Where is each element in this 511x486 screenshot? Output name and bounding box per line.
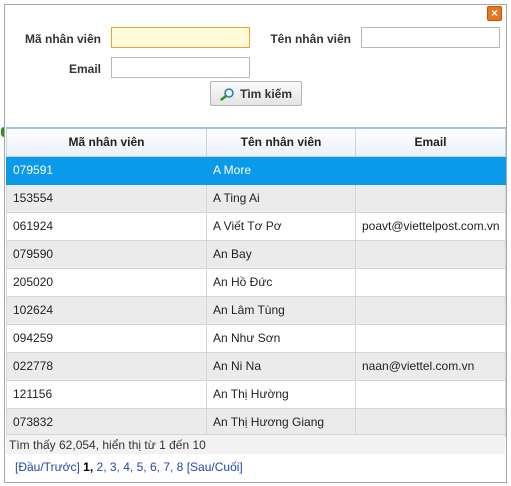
cell-email	[355, 239, 506, 269]
search-button[interactable]: Tìm kiếm	[210, 81, 302, 106]
cell-email	[355, 267, 506, 297]
ten-nhan-vien-input[interactable]	[361, 27, 500, 48]
cell-ma: 061924	[6, 211, 207, 241]
cell-ma: 022778	[6, 351, 207, 381]
cell-ten: An Thị Hường	[206, 379, 356, 409]
pagination: [Đầu/Trước] 1, 2, 3, 4, 5, 6, 7, 8 [Sau/…	[15, 460, 243, 474]
pager-page-link[interactable]: 4,	[123, 460, 133, 474]
email-input[interactable]	[111, 57, 250, 78]
column-header-ten[interactable]: Tên nhân viên	[206, 127, 356, 157]
cell-ten: An Lâm Tùng	[206, 295, 356, 325]
search-button-label: Tìm kiếm	[239, 86, 293, 101]
employee-table: Mã nhân viên Tên nhân viên Email 079591 …	[6, 127, 506, 437]
cell-ten: A Viết Tơ Pơ	[206, 211, 356, 241]
cell-ten: A More	[206, 155, 356, 185]
cell-ma: 073832	[6, 407, 207, 437]
pager-page-link[interactable]: 2,	[97, 460, 107, 474]
cell-ma: 079591	[6, 155, 207, 185]
ma-nhan-vien-input[interactable]	[111, 27, 250, 48]
cell-ma: 205020	[6, 267, 207, 297]
table-row[interactable]: 094259 An Như Sơn	[6, 323, 506, 353]
employee-search-dialog: × Mã nhân viên Tên nhân viên Email Tìm k…	[1, 4, 507, 483]
magnifier-icon	[220, 87, 234, 101]
cell-ma: 102624	[6, 295, 207, 325]
pager-page-link[interactable]: 3,	[110, 460, 120, 474]
cell-ten: An Bay	[206, 239, 356, 269]
table-row[interactable]: 061924 A Viết Tơ Pơ poavt@viettelpost.co…	[6, 211, 506, 241]
close-icon: ×	[490, 6, 498, 20]
table-row[interactable]: 153554 A Ting Ai	[6, 183, 506, 213]
table-row[interactable]: 079591 A More	[6, 155, 506, 185]
pager-current-page: 1,	[83, 460, 94, 474]
result-count-status: Tìm thấy 62,054, hiển thị từ 1 đến 10	[6, 434, 505, 454]
table-row[interactable]: 022778 An Ni Na naan@viettel.com.vn	[6, 351, 506, 381]
pager-page-link[interactable]: 6,	[150, 460, 160, 474]
pager-page-link[interactable]: 5,	[137, 460, 147, 474]
cell-ma: 094259	[6, 323, 207, 353]
column-header-ma[interactable]: Mã nhân viên	[6, 127, 207, 157]
cell-ma: 153554	[6, 183, 207, 213]
cell-email	[355, 183, 506, 213]
cell-email	[355, 407, 506, 437]
pager-next-last-link[interactable]: [Sau/Cuối]	[187, 460, 243, 474]
cell-ten: A Ting Ai	[206, 183, 356, 213]
ten-nhan-vien-label: Tên nhân viên	[270, 32, 351, 46]
cell-ma: 079590	[6, 239, 207, 269]
cell-ten: An Hồ Đức	[206, 267, 356, 297]
cell-ten: An Ni Na	[206, 351, 356, 381]
ma-nhan-vien-label: Mã nhân viên	[24, 32, 101, 46]
cell-email: naan@viettel.com.vn	[355, 351, 506, 381]
pager-first-prev-link[interactable]: [Đầu/Trước]	[15, 460, 80, 474]
email-label: Email	[68, 62, 101, 76]
pager-page-link[interactable]: 8	[177, 460, 184, 474]
table-header-row: Mã nhân viên Tên nhân viên Email	[6, 127, 506, 157]
cell-ma: 121156	[6, 379, 207, 409]
column-header-email[interactable]: Email	[355, 127, 506, 157]
cell-email	[355, 155, 506, 185]
table-row[interactable]: 205020 An Hồ Đức	[6, 267, 506, 297]
table-row[interactable]: 102624 An Lâm Tùng	[6, 295, 506, 325]
pager-page-link[interactable]: 7,	[163, 460, 173, 474]
cell-ten: An Thị Hương Giang	[206, 407, 356, 437]
cell-email	[355, 323, 506, 353]
cell-email: poavt@viettelpost.com.vn	[355, 211, 506, 241]
table-row[interactable]: 121156 An Thị Hường	[6, 379, 506, 409]
cell-email	[355, 379, 506, 409]
cell-ten: An Như Sơn	[206, 323, 356, 353]
cell-email	[355, 295, 506, 325]
close-button[interactable]: ×	[487, 6, 502, 21]
table-row[interactable]: 079590 An Bay	[6, 239, 506, 269]
table-row[interactable]: 073832 An Thị Hương Giang	[6, 407, 506, 437]
